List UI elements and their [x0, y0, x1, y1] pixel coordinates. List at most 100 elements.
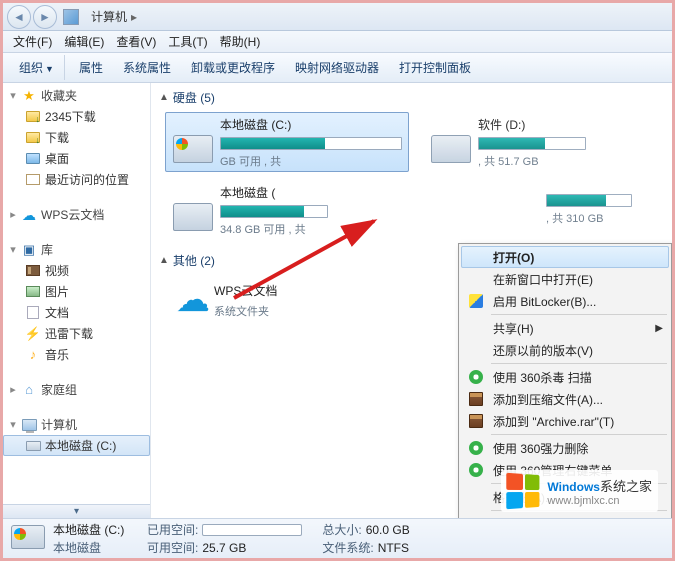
sidebar-item-thunder[interactable]: ⚡迅雷下载 [3, 323, 150, 344]
sidebar-item-music[interactable]: ♪音乐 [3, 344, 150, 365]
drive-icon [25, 439, 41, 453]
caret-down-icon: ▾ [7, 243, 19, 256]
thunder-icon: ⚡ [25, 327, 41, 341]
triangle-down-icon: ▲ [159, 92, 169, 103]
menu-view[interactable]: 查看(V) [110, 31, 162, 52]
sidebar-item-2345[interactable]: 2345下载 [3, 106, 150, 127]
watermark-brand: Windows [547, 480, 600, 494]
desktop-icon [25, 152, 41, 166]
sidebar-item-pictures[interactable]: 图片 [3, 281, 150, 302]
main-pane: ▲硬盘 (5) 本地磁盘 (C:) GB 可用 , 共 软件 (D:) , 共 … [151, 83, 672, 518]
tb-organize[interactable]: 组织▼ [9, 55, 65, 80]
drive-tile-c[interactable]: 本地磁盘 (C:) GB 可用 , 共 [165, 112, 409, 172]
caret-right-icon: ▸ [7, 208, 19, 221]
drive-subtext: , 共 51.7 GB [478, 153, 586, 169]
sidebar-wps-header[interactable]: ▸☁WPS云文档 [3, 204, 150, 225]
drive-icon [431, 135, 471, 163]
drive-tile-e[interactable]: 本地磁盘 ( 34.8 GB 可用 , 共 [165, 180, 335, 240]
archive-icon [469, 392, 483, 406]
drive-tile-d[interactable]: 软件 (D:) , 共 51.7 GB [423, 112, 593, 172]
watermark-url: www.bjmlxc.cn [547, 495, 652, 507]
sidebar-item-downloads[interactable]: 下载 [3, 127, 150, 148]
ctx-open-new[interactable]: 在新窗口中打开(E) [461, 268, 669, 290]
ctx-copy[interactable]: 复制(C) [461, 513, 669, 518]
sidebar-item-desktop[interactable]: 桌面 [3, 148, 150, 169]
content-area: ▾★收藏夹 2345下载 下载 桌面 最近访问的位置 ▸☁WPS云文档 ▾▣库 … [3, 83, 672, 518]
caret-right-icon: ▸ [7, 383, 19, 396]
sidebar-homegroup-header[interactable]: ▸⌂家庭组 [3, 379, 150, 400]
sidebar-item-local-c[interactable]: 本地磁盘 (C:) [3, 435, 150, 456]
sidebar-favorites-header[interactable]: ▾★收藏夹 [3, 85, 150, 106]
tb-ctrlpanel[interactable]: 打开控制面板 [389, 55, 481, 80]
windows-logo-icon [507, 473, 540, 510]
ctx-addrar[interactable]: 添加到 "Archive.rar"(T) [461, 410, 669, 432]
breadcrumb-root[interactable]: 计算机 [91, 8, 127, 25]
toolbar: 组织▼ 属性 系统属性 卸载或更改程序 映射网络驱动器 打开控制面板 [3, 53, 672, 83]
ctx-scan360[interactable]: 使用 360杀毒 扫描 [461, 366, 669, 388]
caret-down-icon: ▾ [7, 89, 19, 102]
menu-tools[interactable]: 工具(T) [162, 31, 213, 52]
computer-icon [63, 9, 79, 25]
status-used-bar [202, 524, 302, 536]
separator [491, 363, 667, 364]
tb-uninstall[interactable]: 卸载或更改程序 [181, 55, 285, 80]
status-free-label: 可用空间: [147, 539, 198, 556]
group-hdd-header[interactable]: ▲硬盘 (5) [151, 83, 672, 110]
ctx-open[interactable]: 打开(O) [461, 246, 669, 268]
tb-sysprops[interactable]: 系统属性 [113, 55, 181, 80]
sidebar-library-header[interactable]: ▾▣库 [3, 239, 150, 260]
status-fs-val: NTFS [378, 541, 409, 555]
ctx-addzip[interactable]: 添加到压缩文件(A)... [461, 388, 669, 410]
status-total-val: 60.0 GB [366, 523, 410, 537]
menu-edit[interactable]: 编辑(E) [58, 31, 110, 52]
drive-icon [173, 135, 213, 163]
statusbar: 本地磁盘 (C:) 本地磁盘 已用空间: 总大小: 60.0 GB 可用空间: … [3, 518, 672, 558]
drive-name: 软件 (D:) [478, 116, 586, 133]
drive-name: 本地磁盘 (C:) [220, 116, 402, 133]
scroll-down-button[interactable]: ▾ [3, 504, 150, 518]
caret-down-icon: ▾ [7, 418, 19, 431]
ctx-share[interactable]: 共享(H)▶ [461, 317, 669, 339]
picture-icon [25, 285, 41, 299]
status-type: 本地磁盘 [53, 539, 101, 556]
sidebar-item-recent[interactable]: 最近访问的位置 [3, 169, 150, 190]
cloud-icon: ☁ [172, 279, 214, 321]
triangle-down-icon: ▲ [159, 255, 169, 266]
sidebar-item-video[interactable]: 视频 [3, 260, 150, 281]
star-icon: ★ [21, 89, 37, 103]
drive-tile-f[interactable]: , 共 310 GB [539, 180, 639, 240]
breadcrumb[interactable]: 计算机 ▸ [91, 8, 141, 25]
status-name: 本地磁盘 (C:) [53, 521, 124, 538]
forward-button[interactable]: ► [33, 5, 57, 29]
video-icon [25, 264, 41, 278]
drive-subtext: GB 可用 , 共 [220, 153, 402, 169]
menu-help[interactable]: 帮助(H) [214, 31, 267, 52]
ctx-bitlocker[interactable]: 启用 BitLocker(B)... [461, 290, 669, 312]
ctx-restore[interactable]: 还原以前的版本(V) [461, 339, 669, 361]
status-free-val: 25.7 GB [202, 541, 302, 555]
back-button[interactable]: ◄ [7, 5, 31, 29]
360-icon [469, 441, 483, 455]
watermark: Windows系统之家 www.bjmlxc.cn [501, 470, 658, 512]
menubar: 文件(F) 编辑(E) 查看(V) 工具(T) 帮助(H) [3, 31, 672, 53]
item-name: WPS云文档 [214, 282, 328, 299]
menu-file[interactable]: 文件(F) [7, 31, 58, 52]
archive-icon [469, 414, 483, 428]
status-used-label: 已用空间: [147, 521, 198, 538]
360-icon [469, 370, 483, 384]
chevron-right-icon: ▶ [655, 323, 663, 334]
tb-properties[interactable]: 属性 [69, 55, 113, 80]
tb-mapdrive[interactable]: 映射网络驱动器 [285, 55, 389, 80]
sidebar-computer-header[interactable]: ▾计算机 [3, 414, 150, 435]
computer-icon [21, 418, 37, 432]
watermark-brand-cn: 系统之家 [600, 479, 652, 494]
chevron-right-icon[interactable]: ▸ [131, 10, 137, 24]
chevron-down-icon: ▼ [45, 64, 54, 74]
drive-icon [173, 203, 213, 231]
drive-name: 本地磁盘 ( [220, 184, 328, 201]
capacity-bar [546, 194, 632, 207]
ctx-del360[interactable]: 使用 360强力删除 [461, 437, 669, 459]
other-tile-wps[interactable]: ☁ WPS云文档 系统文件夹 [165, 275, 335, 325]
sidebar-item-documents[interactable]: 文档 [3, 302, 150, 323]
capacity-bar [220, 137, 402, 150]
